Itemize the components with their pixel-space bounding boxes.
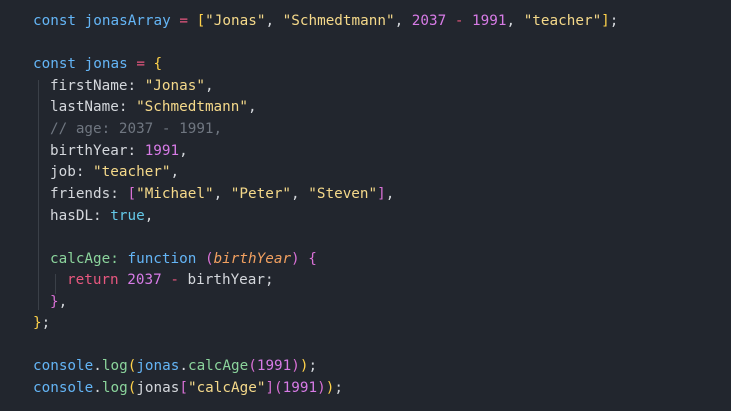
string: "calcAge" xyxy=(187,380,266,396)
dot: . xyxy=(179,358,188,374)
string: "Steven" xyxy=(308,186,378,202)
semicolon: ; xyxy=(265,272,274,288)
string: "Jonas" xyxy=(205,13,266,29)
string: "Schmedtmann" xyxy=(282,13,395,29)
parameter: birthYear xyxy=(213,251,292,267)
operator: = xyxy=(179,13,188,29)
operator: = xyxy=(136,56,145,72)
paren: ) xyxy=(317,380,326,396)
paren: ( xyxy=(204,251,214,267)
boolean: true xyxy=(110,208,145,224)
string: "teacher" xyxy=(93,164,171,180)
dot: . xyxy=(93,358,102,374)
bracket: [ xyxy=(196,13,206,29)
semicolon: ; xyxy=(308,358,318,374)
number: 2037 xyxy=(411,13,447,29)
operator: - xyxy=(170,272,179,288)
keyword-const: const xyxy=(33,56,77,72)
comment: // age: 2037 - 1991, xyxy=(50,121,223,137)
semicolon: ; xyxy=(41,315,51,331)
identifier: jonas xyxy=(84,56,128,72)
number: 1991 xyxy=(282,380,318,396)
code-line-14: }, xyxy=(50,292,67,314)
code-line-5: lastName: "Schmedtmann", xyxy=(50,97,257,119)
method-call: log xyxy=(101,380,128,396)
property-key: hasDL: xyxy=(50,208,102,224)
string: "Jonas" xyxy=(144,78,205,94)
code-line-17: console.log(jonas.calcAge(1991)); xyxy=(33,356,317,378)
number: 1991 xyxy=(472,13,507,29)
property-key: job: xyxy=(50,164,85,180)
indent-guide xyxy=(38,80,39,310)
indent-guide xyxy=(55,274,56,294)
keyword-return: return xyxy=(67,272,119,288)
bracket: ] xyxy=(265,380,275,396)
property-key: firstName: xyxy=(50,78,137,94)
bracket: ] xyxy=(601,13,610,29)
keyword-function: function xyxy=(127,251,197,267)
brace: } xyxy=(50,294,59,310)
comma: , xyxy=(179,143,188,159)
keyword-const: const xyxy=(33,13,77,29)
identifier: birthYear xyxy=(187,272,265,288)
semicolon: ; xyxy=(609,13,619,29)
bracket: [ xyxy=(179,380,188,396)
code-line-4: firstName: "Jonas", xyxy=(50,76,214,98)
bracket: [ xyxy=(127,186,137,202)
method-call: calcAge xyxy=(187,358,249,374)
dot: . xyxy=(93,380,102,396)
identifier-console: console xyxy=(33,380,94,396)
paren: ) xyxy=(299,358,309,374)
comma: , xyxy=(170,164,180,180)
number: 1991 xyxy=(256,358,292,374)
method-call: log xyxy=(101,358,128,374)
bracket: ] xyxy=(377,186,386,202)
comma: , xyxy=(385,186,395,202)
code-line-9: friends: ["Michael", "Peter", "Steven"], xyxy=(50,186,395,202)
comma: , xyxy=(204,78,214,94)
operator: - xyxy=(454,13,464,29)
paren: ( xyxy=(248,358,257,374)
code-line-1: const jonasArray = ["Jonas", "Schmedtman… xyxy=(33,13,619,29)
number: 1991 xyxy=(144,143,180,159)
paren: ( xyxy=(274,380,283,396)
brace: { xyxy=(308,251,317,267)
code-line-15: }; xyxy=(33,313,50,335)
identifier: jonasArray xyxy=(84,13,171,29)
semicolon: ; xyxy=(334,380,343,396)
paren: ) xyxy=(291,251,300,267)
code-line-3: const jonas = { xyxy=(33,54,162,76)
code-line-6: // age: 2037 - 1991, xyxy=(50,119,222,141)
comma: , xyxy=(58,294,68,310)
code-line-10: hasDL: true, xyxy=(50,206,153,228)
string: "teacher" xyxy=(523,13,602,29)
identifier: jonas xyxy=(136,380,180,396)
paren: ) xyxy=(291,358,300,374)
property-key: birthYear: xyxy=(50,143,137,159)
comma: , xyxy=(247,99,257,115)
string: "Schmedtmann" xyxy=(136,99,248,115)
code-line-7: birthYear: 1991, xyxy=(50,141,188,163)
code-line-8: job: "teacher", xyxy=(50,162,179,184)
brace: { xyxy=(153,56,163,72)
code-line-18: console.log(jonas["calcAge"](1991)); xyxy=(33,378,343,400)
identifier: jonas xyxy=(136,358,180,374)
string: "Michael" xyxy=(136,186,214,202)
code-line-12: calcAge: function (birthYear) { xyxy=(50,249,317,271)
identifier-console: console xyxy=(33,358,94,374)
code-line-13: return 2037 - birthYear; xyxy=(67,270,274,292)
code-editor[interactable]: const jonasArray = ["Jonas", "Schmedtman… xyxy=(0,0,731,411)
comma: , xyxy=(144,208,154,224)
brace: } xyxy=(33,315,42,331)
string: "Peter" xyxy=(230,186,292,202)
property-key: lastName: xyxy=(50,99,128,115)
number: 2037 xyxy=(127,272,162,288)
method-key: calcAge: xyxy=(50,251,119,267)
property-key: friends: xyxy=(50,186,119,202)
